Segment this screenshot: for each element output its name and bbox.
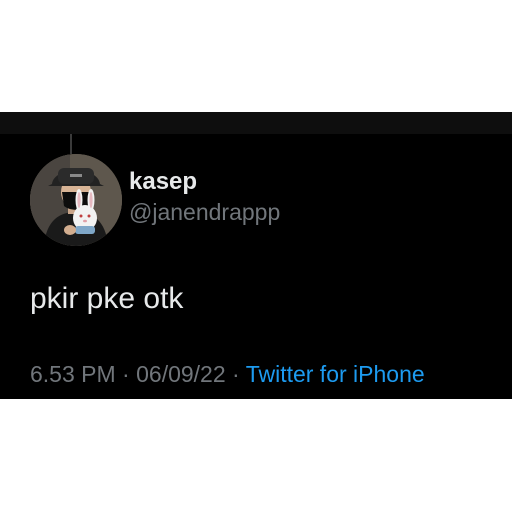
display-name[interactable]: kasep — [129, 168, 197, 196]
meta-separator: · — [122, 361, 130, 387]
tweet-time[interactable]: 6.53 PM — [30, 361, 116, 387]
thread-line — [70, 134, 72, 154]
tweet-date[interactable]: 06/09/22 — [136, 361, 226, 387]
tweet-card: kasep @janendrappp pkir pke otk 6.53 PM … — [0, 112, 512, 399]
user-handle[interactable]: @janendrappp — [129, 199, 280, 226]
top-strip — [0, 112, 512, 134]
tweet-text: pkir pke otk — [30, 282, 184, 315]
avatar-image — [30, 154, 122, 246]
bottom-margin — [0, 399, 512, 512]
avatar[interactable] — [30, 154, 122, 246]
meta-separator: · — [232, 361, 240, 387]
tweet-meta: 6.53 PM · 06/09/22 · Twitter for iPhone — [30, 361, 425, 388]
tweet-source-link[interactable]: Twitter for iPhone — [246, 361, 425, 387]
top-margin — [0, 0, 512, 112]
